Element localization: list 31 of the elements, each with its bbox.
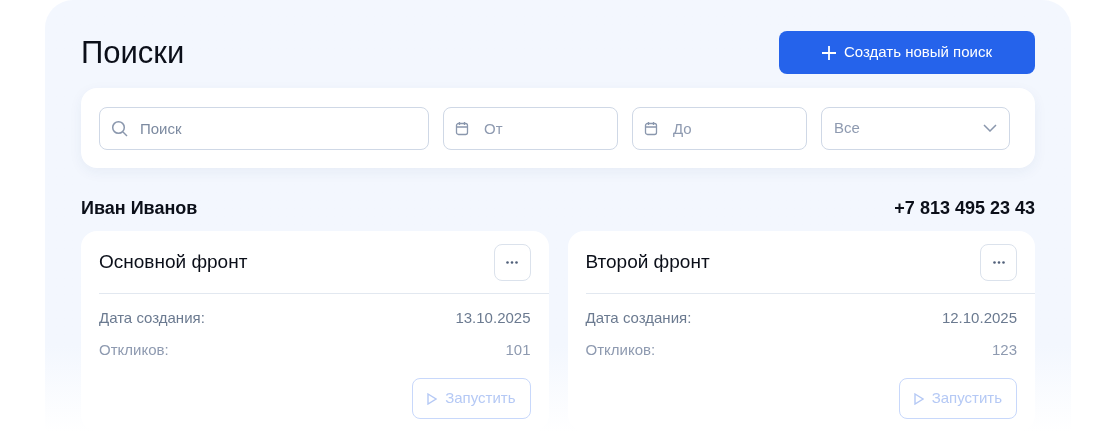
person-phone: +7 813 495 23 43 (894, 196, 1035, 220)
row-label: Дата создания: (99, 307, 205, 328)
chevron-down-icon (983, 124, 997, 132)
card-title: Основной фронт (99, 249, 248, 274)
create-search-button[interactable]: Создать новый поиск (779, 31, 1035, 74)
person-name: Иван Иванов (81, 196, 198, 220)
status-select[interactable]: Все (821, 106, 1010, 150)
play-icon (427, 392, 438, 405)
row-value: 101 (505, 339, 531, 360)
row-value: 12.10.2025 (941, 307, 1017, 328)
more-icon (506, 260, 518, 264)
more-button[interactable] (493, 243, 531, 281)
calendar-icon (644, 120, 658, 136)
plus-icon (822, 45, 836, 60)
launch-button[interactable]: Запустить (898, 378, 1017, 419)
card-title: Второй фронт (585, 249, 710, 274)
page-title: Поиски (81, 37, 185, 68)
row-label: Откликов: (585, 339, 656, 360)
more-icon (992, 260, 1005, 264)
calendar-icon (455, 120, 469, 136)
row-value: 123 (991, 339, 1017, 360)
row-value: 13.10.2025 (455, 307, 531, 328)
date-to-field[interactable]: До (632, 106, 807, 150)
search-field[interactable]: Поиск (99, 106, 429, 150)
more-button[interactable] (980, 243, 1017, 281)
search-icon (111, 119, 128, 137)
play-icon (913, 392, 924, 405)
row-label: Дата создания: (585, 307, 692, 328)
row-label: Откликов: (99, 339, 169, 360)
date-from-field[interactable]: От (443, 106, 618, 150)
launch-button[interactable]: Запустить (412, 378, 531, 419)
